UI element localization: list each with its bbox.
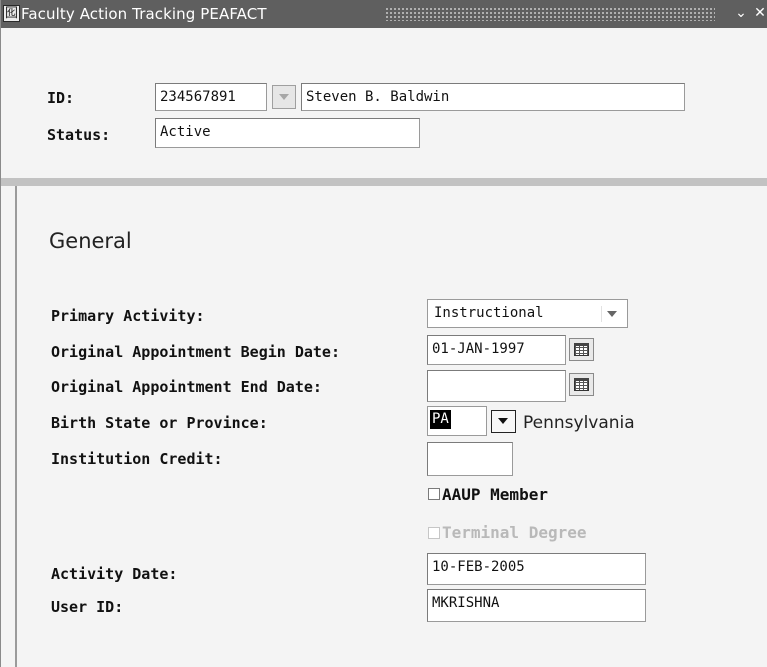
section-divider <box>1 178 767 186</box>
primary-activity-value: Instructional <box>434 305 544 321</box>
birth-state-description: Pennsylvania <box>523 413 635 433</box>
aaup-member-label: AAUP Member <box>442 485 548 504</box>
orig-begin-date-field[interactable]: 01-JAN-1997 <box>427 335 566 365</box>
birth-state-search-button[interactable] <box>491 410 516 433</box>
section-title: General <box>49 229 132 253</box>
terminal-degree-checkbox <box>428 527 440 539</box>
aaup-member-checkbox[interactable] <box>428 488 440 500</box>
chevron-down-icon <box>607 311 617 317</box>
birth-state-code-field[interactable]: PA <box>427 406 487 436</box>
app-icon-glyph: 囮 <box>5 6 19 21</box>
chevron-down-icon <box>279 94 289 100</box>
title-bar-grip <box>385 7 715 21</box>
birth-state-label: Birth State or Province: <box>51 414 268 432</box>
activity-date-field: 10-FEB-2005 <box>427 553 646 585</box>
name-field: Steven B. Baldwin <box>301 83 685 111</box>
app-icon: 囮 <box>3 5 20 22</box>
minimize-icon[interactable]: ⌄ <box>734 4 748 22</box>
id-label: ID: <box>47 89 75 107</box>
primary-activity-label: Primary Activity: <box>51 307 205 325</box>
activity-date-label: Activity Date: <box>51 565 178 583</box>
birth-state-code: PA <box>430 410 451 429</box>
orig-end-label: Original Appointment End Date: <box>51 378 322 396</box>
institution-credit-label: Institution Credit: <box>51 450 223 468</box>
calendar-icon <box>574 343 589 356</box>
calendar-button-begin[interactable] <box>569 338 594 361</box>
terminal-degree-label: Terminal Degree <box>442 523 587 542</box>
title-bar[interactable]: 囮 Faculty Action Tracking PEAFACT ⌄ ✕ <box>1 0 767 28</box>
calendar-button-end[interactable] <box>569 373 594 396</box>
status-label: Status: <box>47 126 111 144</box>
id-field[interactable]: 234567891 <box>155 83 267 111</box>
close-icon[interactable]: ✕ <box>753 4 767 22</box>
user-id-field: MKRISHNA <box>427 589 646 622</box>
orig-end-date-field[interactable] <box>427 370 566 402</box>
form-window: 囮 Faculty Action Tracking PEAFACT ⌄ ✕ ID… <box>0 0 767 667</box>
chevron-down-icon <box>498 418 508 424</box>
primary-activity-select[interactable]: Instructional <box>427 299 628 328</box>
institution-credit-field[interactable] <box>427 442 513 476</box>
calendar-icon <box>574 378 589 391</box>
id-search-button[interactable] <box>272 85 296 109</box>
user-id-label: User ID: <box>51 598 124 616</box>
dropdown-arrow[interactable] <box>601 306 620 322</box>
orig-begin-label: Original Appointment Begin Date: <box>51 343 340 361</box>
status-field: Active <box>155 118 420 148</box>
window-title: Faculty Action Tracking PEAFACT <box>21 5 267 23</box>
